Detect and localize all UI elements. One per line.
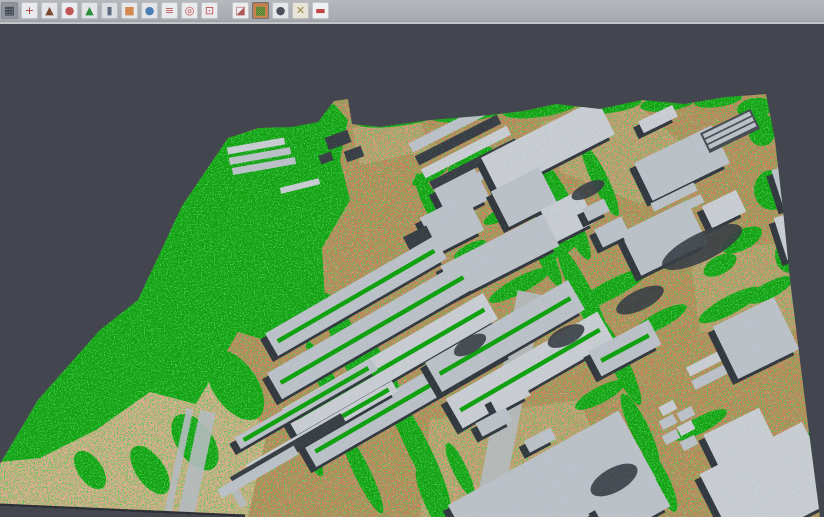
point-marker-icon[interactable]: ●	[61, 2, 78, 19]
side-panel-icon-glyph: ▮	[106, 5, 112, 16]
terrain-mesh	[0, 24, 824, 517]
zoom-extents-icon[interactable]: ⊡	[201, 2, 218, 19]
classified-map-icon[interactable]: ▩	[252, 2, 269, 19]
pan-image-icon-glyph: +	[25, 5, 34, 16]
ortho-image-icon-glyph: ■	[124, 5, 134, 16]
grid-view-icon-glyph: ▦	[4, 5, 14, 16]
terrain-shade-icon-glyph: ▲	[45, 5, 53, 16]
sphere-render-icon[interactable]: ●	[272, 2, 289, 19]
zoom-extents-icon-glyph: ⊡	[205, 5, 214, 16]
class-list-icon-glyph: ≡	[165, 5, 174, 16]
viewport-3d[interactable]	[0, 24, 824, 517]
flag-label-icon[interactable]: ▬	[312, 2, 329, 19]
toolbar: ▦ + ▲ ● ▲ ▮ ■ ● ≡ ◎ ⊡ ◪ ▩ ● ✕ ▬	[0, 0, 824, 22]
viewport-svg[interactable]	[0, 24, 824, 517]
classified-map-icon-glyph: ▩	[255, 5, 265, 16]
globe-3d-icon-glyph: ●	[145, 5, 155, 16]
target-icon[interactable]: ◎	[181, 2, 198, 19]
speckle-green-top	[0, 24, 824, 517]
application-window: ▦ + ▲ ● ▲ ▮ ■ ● ≡ ◎ ⊡ ◪ ▩ ● ✕ ▬	[0, 0, 824, 517]
clip-region-icon-glyph: ◪	[235, 5, 245, 16]
ortho-image-icon[interactable]: ■	[121, 2, 138, 19]
clip-region-icon[interactable]: ◪	[232, 2, 249, 19]
grid-view-icon[interactable]: ▦	[1, 2, 18, 19]
flag-label-icon-glyph: ▬	[315, 5, 325, 16]
class-list-icon[interactable]: ≡	[161, 2, 178, 19]
pan-image-icon[interactable]: +	[21, 2, 38, 19]
target-icon-glyph: ◎	[185, 5, 195, 16]
measure-cross-icon[interactable]: ✕	[292, 2, 309, 19]
globe-3d-icon[interactable]: ●	[141, 2, 158, 19]
terrain-shade-icon[interactable]: ▲	[41, 2, 58, 19]
terrain-vegetation-icon[interactable]: ▲	[81, 2, 98, 19]
side-panel-icon[interactable]: ▮	[101, 2, 118, 19]
measure-cross-icon-glyph: ✕	[296, 5, 305, 16]
point-marker-icon-glyph: ●	[65, 5, 75, 16]
sphere-render-icon-glyph: ●	[276, 5, 286, 16]
terrain-vegetation-icon-glyph: ▲	[85, 5, 93, 16]
